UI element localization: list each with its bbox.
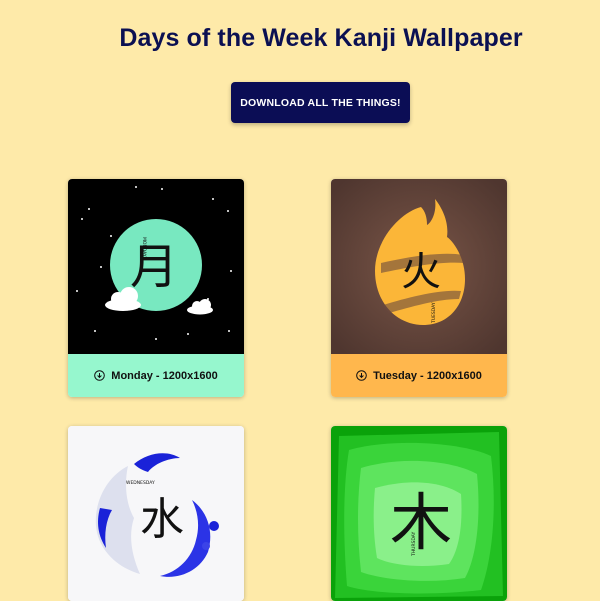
wallpaper-card-monday: 月 MONDAY Monday - 1200x1600 xyxy=(68,179,244,397)
download-icon xyxy=(94,370,106,381)
wednesday-kanji: 水 xyxy=(140,494,184,545)
wednesday-vertical-label: WEDNESDAY xyxy=(126,480,155,486)
download-tuesday-button[interactable]: Tuesday - 1200x1600 xyxy=(331,354,507,397)
download-monday-button[interactable]: Monday - 1200x1600 xyxy=(68,354,244,397)
download-all-button[interactable]: DOWNLOAD ALL THE THINGS! xyxy=(231,82,410,123)
monday-wallpaper-image[interactable]: 月 MONDAY xyxy=(68,179,244,354)
thursday-wallpaper-image[interactable]: 木 THURSDAY xyxy=(331,426,507,601)
monday-vertical-label: MONDAY xyxy=(141,237,147,257)
download-icon xyxy=(356,370,367,381)
monday-kanji: 月 xyxy=(130,239,178,295)
wallpaper-card-wednesday: 水 WEDNESDAY xyxy=(68,426,244,601)
download-monday-label: Monday - 1200x1600 xyxy=(111,369,218,382)
download-tuesday-label: Tuesday - 1200x1600 xyxy=(373,369,482,382)
thursday-kanji: 木 xyxy=(390,486,452,559)
page-title: Days of the Week Kanji Wallpaper xyxy=(119,24,523,52)
tuesday-vertical-label: TUESDAY xyxy=(431,302,437,324)
wallpaper-card-tuesday: 火 TUESDAY Tuesday - 1200x1600 xyxy=(331,179,507,397)
water-drop-2 xyxy=(202,542,210,550)
water-drop xyxy=(209,521,219,531)
tuesday-wallpaper-image[interactable]: 火 TUESDAY xyxy=(331,179,507,354)
wednesday-wallpaper-image[interactable]: 水 WEDNESDAY xyxy=(68,426,244,601)
thursday-vertical-label: THURSDAY xyxy=(411,531,417,557)
wallpaper-card-thursday: 木 THURSDAY xyxy=(331,426,507,601)
tuesday-kanji: 火 xyxy=(401,249,441,295)
